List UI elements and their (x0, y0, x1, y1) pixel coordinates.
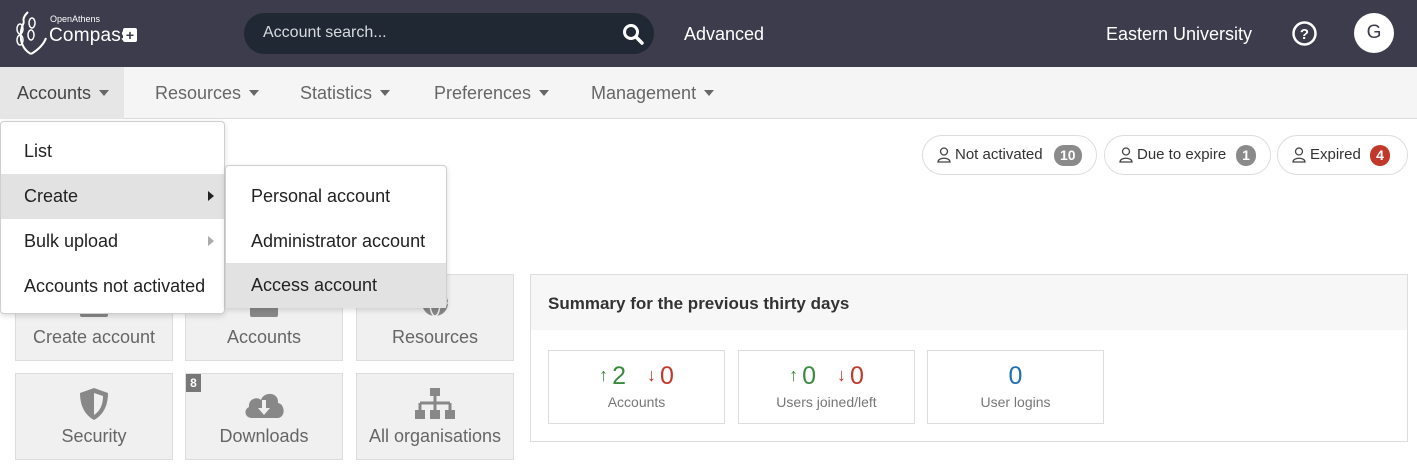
stat-down-value: 0 (849, 362, 864, 390)
count-badge: 4 (1370, 145, 1390, 166)
arrow-up-icon: ↑ (599, 365, 609, 385)
stat-value: 0 (1008, 362, 1023, 390)
nav-preferences-label: Preferences (434, 83, 532, 103)
tile-label: All organisations (368, 426, 502, 446)
plus-icon: + (123, 28, 137, 42)
nav-statistics-label: Statistics (300, 83, 373, 103)
user-icon (937, 147, 951, 163)
summary-header: Summary for the previous thirty days (531, 275, 1407, 330)
nav-preferences[interactable]: Preferences (434, 67, 550, 119)
due-to-expire-filter[interactable]: Due to expire 1 (1104, 135, 1271, 175)
nav-accounts[interactable]: Accounts (0, 67, 124, 119)
users-joined-left-stat[interactable]: ↑ 0 ↓ 0 Users joined/left (738, 350, 915, 424)
count-badge: 10 (1054, 145, 1082, 166)
stat-label: Accounts (607, 394, 666, 410)
nav-management-label: Management (591, 83, 697, 103)
user-icon (1292, 147, 1306, 163)
tile-label: Accounts (226, 327, 302, 347)
downloads-count-badge: 8 (186, 374, 201, 392)
menu-item-bulk-upload[interactable]: Bulk upload (1, 219, 224, 264)
arrow-up-icon: ↑ (789, 365, 799, 385)
stat-up-value: 2 (612, 362, 627, 390)
organisation-name[interactable]: Eastern University (1106, 24, 1252, 45)
nav-statistics[interactable]: Statistics (300, 67, 391, 119)
openathens-compass-logo[interactable]: OpenAthens Compass + (14, 10, 144, 58)
top-header: OpenAthens Compass + Account search... A… (0, 0, 1417, 67)
menu-item-label: Administrator account (251, 231, 426, 251)
accounts-dropdown-menu: List Create Bulk upload Accounts not act… (0, 121, 225, 314)
sitemap-icon (415, 388, 455, 419)
downloads-tile[interactable]: 8 Downloads (185, 373, 343, 460)
menu-item-administrator-account[interactable]: Administrator account (226, 219, 446, 264)
menu-item-label: Bulk upload (24, 231, 119, 251)
caret-down-icon (539, 90, 550, 96)
svg-text:?: ? (1300, 26, 1309, 43)
stat-down-value: 0 (659, 362, 674, 390)
user-icon (1119, 147, 1133, 163)
search-icon[interactable] (622, 23, 644, 45)
summary-title: Summary for the previous thirty days (548, 294, 850, 313)
laurel-icon (16, 11, 47, 55)
arrow-down-icon: ↓ (836, 365, 846, 385)
not-activated-filter[interactable]: Not activated 10 (922, 135, 1097, 175)
tile-label: Create account (32, 327, 156, 347)
cloud-download-icon (245, 393, 284, 418)
logo-brand-small: OpenAthens (50, 14, 101, 24)
caret-right-icon (208, 191, 214, 201)
stat-values: ↑ 0 ↓ 0 (739, 362, 914, 391)
help-icon[interactable]: ? (1291, 20, 1318, 47)
pill-label: Expired (1310, 146, 1361, 163)
menu-item-label: List (24, 141, 53, 161)
stat-values: ↑ 2 ↓ 0 (549, 362, 724, 391)
search-placeholder: Account search... (263, 24, 387, 41)
user-logins-stat[interactable]: 0 User logins (927, 350, 1104, 424)
expired-filter[interactable]: Expired 4 (1277, 135, 1408, 175)
stat-up-value: 0 (802, 362, 817, 390)
tile-label: Downloads (219, 426, 309, 446)
tile-label: Resources (391, 327, 479, 347)
security-tile[interactable]: Security (15, 373, 173, 460)
caret-down-icon (380, 90, 391, 96)
menu-item-personal-account[interactable]: Personal account (226, 174, 446, 219)
tile-label: Security (61, 426, 127, 446)
all-organisations-tile[interactable]: All organisations (356, 373, 514, 460)
menu-item-label: Accounts not activated (24, 276, 206, 296)
menu-item-label: Access account (251, 275, 378, 295)
pill-label: Not activated (955, 146, 1043, 163)
menu-item-create[interactable]: Create (1, 174, 224, 219)
menu-item-list[interactable]: List (1, 129, 224, 174)
create-submenu: Personal account Administrator account A… (225, 165, 447, 308)
pill-label: Due to expire (1137, 146, 1227, 163)
caret-down-icon (99, 90, 110, 96)
accounts-stat[interactable]: ↑ 2 ↓ 0 Accounts (548, 350, 725, 424)
nav-resources-label: Resources (155, 83, 242, 103)
summary-panel: Summary for the previous thirty days ↑ 2 … (530, 274, 1408, 442)
menu-item-accounts-not-activated[interactable]: Accounts not activated (1, 264, 224, 309)
caret-right-icon (208, 236, 214, 246)
menu-item-access-account[interactable]: Access account (226, 263, 446, 308)
account-search-input[interactable]: Account search... (244, 13, 654, 54)
logo-brand-name: Compass (49, 25, 131, 46)
stat-label: Users joined/left (776, 394, 877, 410)
nav-accounts-label: Accounts (17, 83, 92, 103)
nav-resources[interactable]: Resources (155, 67, 260, 119)
nav-management[interactable]: Management (591, 67, 715, 119)
caret-down-icon (704, 90, 715, 96)
caret-down-icon (249, 90, 260, 96)
main-nav: Accounts Resources Statistics Preference… (0, 67, 1417, 119)
count-badge: 1 (1236, 145, 1256, 166)
menu-item-label: Personal account (251, 186, 391, 206)
menu-item-label: Create (24, 186, 79, 206)
arrow-down-icon: ↓ (646, 365, 656, 385)
shield-icon (80, 388, 108, 420)
advanced-search-link[interactable]: Advanced (684, 24, 764, 45)
user-avatar[interactable]: G (1354, 13, 1394, 53)
stat-label: User logins (980, 394, 1051, 410)
